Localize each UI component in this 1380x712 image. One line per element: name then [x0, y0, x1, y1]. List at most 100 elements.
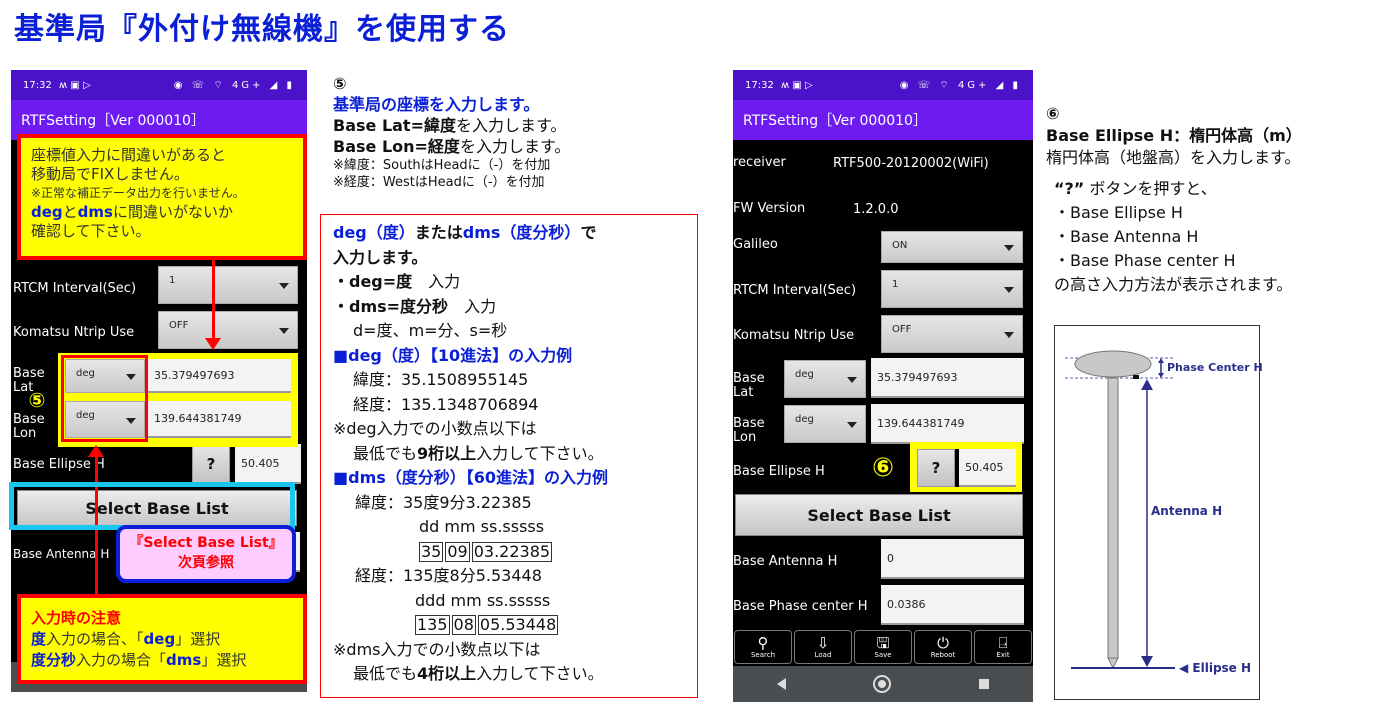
exit-icon: ⍈ — [998, 634, 1008, 652]
load-button[interactable]: ⇩ Load — [794, 630, 852, 664]
ellipse-label: Base Ellipse H — [733, 464, 825, 479]
format-intro-2: 入力します。 — [333, 247, 428, 267]
status-left-icons: ʍ ▣ ▷ — [59, 79, 91, 91]
komatsu-label: Komatsu Ntrip Use — [733, 328, 855, 343]
status-time: 17:32 — [745, 79, 774, 91]
dms-example-lat: 緯度：35度9分3.22385 — [355, 492, 532, 512]
lon-format-spinner[interactable]: deg — [784, 405, 866, 443]
arrow-down-line — [212, 260, 215, 340]
ellipse-label: Base Ellipse H — [13, 457, 105, 472]
lon-format-value: deg — [795, 414, 814, 425]
galileo-value: ON — [892, 240, 908, 251]
antenna-field[interactable]: 0 — [881, 539, 1024, 579]
galileo-spinner[interactable]: ON — [881, 231, 1023, 263]
warning-line-3: ※正常な補正データ出力を行いません。 — [31, 186, 245, 200]
arrow-up-head — [88, 445, 104, 457]
select-list-callout-line1: 『Select Base List』 — [129, 535, 283, 551]
status-time: 17:32 — [23, 79, 52, 91]
fw-version-label: FW Version — [733, 201, 806, 216]
step6-heading: Base Ellipse H：楕円体高（m） — [1046, 126, 1302, 145]
home-icon[interactable] — [873, 675, 892, 693]
step6-number: ⑥ — [1046, 104, 1060, 123]
antenna-head-icon — [1074, 350, 1152, 378]
ellipse-help-button[interactable]: ? — [192, 444, 230, 484]
back-icon[interactable] — [776, 678, 786, 690]
ellipse-field[interactable]: 50.405 — [235, 444, 301, 484]
phase-center-label: Base Phase center H — [733, 599, 868, 614]
search-label: Search — [750, 651, 776, 659]
format-intro-1: deg（度）またはdms（度分秒）で — [333, 223, 597, 242]
deg-example-lon: 経度：135.1348706894 — [353, 394, 539, 414]
komatsu-spinner[interactable]: OFF — [881, 315, 1023, 353]
lon-field[interactable]: 139.644381749 — [871, 404, 1024, 444]
komatsu-label: Komatsu Ntrip Use — [13, 325, 135, 340]
dms-lat-deg: 35 — [419, 541, 444, 562]
dms-lon-parts: 135 08 05.53448 — [333, 613, 685, 638]
komatsu-value: OFF — [169, 320, 189, 331]
ellipse-help-button[interactable]: ? — [917, 449, 955, 487]
bottom-toolbar: ⚲ Search ⇩ Load 🖫 Save ⏻ Reboot ⍈ Exit — [733, 630, 1033, 664]
warning-line-1: 座標値入力に間違いがあると — [31, 146, 227, 164]
base-lon-label: Base Lon — [13, 412, 45, 442]
input-note-line-2: 度分秒入力の場合「dms」選択 — [31, 651, 247, 669]
format-highlight-frame — [61, 355, 148, 442]
step6-item-antenna: ・Base Antenna H — [1054, 227, 1199, 246]
step6-sub: 楕円体高（地盤高）を入力します。 — [1046, 148, 1301, 167]
lat-field[interactable]: 35.379497693 — [148, 359, 291, 393]
arrow-down-head — [205, 338, 221, 350]
galileo-label: Galileo — [733, 237, 778, 252]
lat-format-spinner[interactable]: deg — [784, 360, 866, 398]
step6-marker: ⑥ — [871, 453, 894, 483]
select-base-list-button[interactable]: Select Base List — [735, 494, 1023, 536]
lat-format-value: deg — [795, 369, 814, 380]
rtcm-interval-spinner[interactable]: 1 — [881, 270, 1023, 308]
status-bar: 17:32 ʍ ▣ ▷ ◉ ☏ ⌔ 4G+ ◢ ▮ — [733, 70, 1033, 100]
bullet-deg: ・deg=度 入力 — [333, 272, 461, 291]
antenna-height-diagram: Phase Center H Antenna H ◀ Ellipse H — [1054, 325, 1263, 700]
search-button[interactable]: ⚲ Search — [734, 630, 792, 664]
step6-tail: の高さ入力方法が表示されます。 — [1054, 275, 1293, 294]
exit-label: Exit — [996, 651, 1010, 659]
app-title: RTFSetting［Ver 000010］ — [733, 100, 1033, 140]
bullet-dms: ・dms=度分秒 入力 — [333, 296, 497, 316]
input-note-line-1: 度入力の場合、「deg」選択 — [31, 630, 221, 648]
deg-note-2: 最低でも9桁以上入力して下さい。 — [353, 443, 604, 463]
rtcm-interval-value: 1 — [892, 279, 899, 290]
chevron-down-icon — [279, 328, 289, 334]
step5-number: ⑤ — [333, 74, 347, 93]
search-icon: ⚲ — [757, 634, 769, 652]
step5-lat-line: Base Lat=緯度を入力します。 — [333, 116, 567, 135]
save-label: Save — [874, 651, 892, 659]
save-button[interactable]: 🖫 Save — [854, 630, 912, 664]
dms-note-1: ※dms入力での小数点以下は — [333, 639, 541, 659]
step5-format-box: deg（度）またはdms（度分秒）で 入力します。 ・deg=度 入力 ・dms… — [320, 214, 698, 698]
dms-legend: d=度、m=分、s=秒 — [353, 321, 508, 340]
antenna-connector — [1133, 375, 1139, 379]
right-phone-screen: 17:32 ʍ ▣ ▷ ◉ ☏ ⌔ 4G+ ◢ ▮ RTFSetting［Ver… — [733, 70, 1033, 702]
exit-button[interactable]: ⍈ Exit — [974, 630, 1032, 664]
step6-text: ⑥ Base Ellipse H：楕円体高（m） 楕円体高（地盤高）を入力します… — [1046, 103, 1376, 297]
dms-example-title: ■dms（度分秒）【60進法】の入力例 — [333, 468, 609, 487]
select-list-callout-line2: 次頁参照 — [178, 555, 234, 571]
status-left-icons: ʍ ▣ ▷ — [781, 79, 813, 91]
rtcm-interval-value: 1 — [169, 275, 176, 286]
dms-lat-sec: 03.22385 — [471, 541, 553, 562]
receiver-value: RTF500-20120002(WiFi) — [833, 156, 989, 171]
rtcm-interval-spinner[interactable]: 1 — [158, 266, 298, 304]
pole-icon — [1107, 377, 1119, 659]
power-icon: ⏻ — [937, 634, 949, 652]
step6-item-phase: ・Base Phase center H — [1054, 251, 1236, 270]
warning-callout: 座標値入力に間違いがあると 移動局でFIXしません。 ※正常な補正データ出力を行… — [17, 134, 307, 260]
phase-center-field[interactable]: 0.0386 — [881, 585, 1024, 625]
step5-heading: 基準局の座標を入力します。 — [333, 95, 540, 114]
lat-field[interactable]: 35.379497693 — [871, 358, 1024, 398]
ellipse-field[interactable]: 50.405 — [959, 449, 1016, 487]
chevron-down-icon — [1004, 332, 1014, 338]
dms-example-lon: 経度：135度8分5.53448 — [355, 566, 542, 585]
recent-apps-icon[interactable] — [979, 679, 990, 689]
komatsu-spinner[interactable]: OFF — [158, 311, 298, 349]
phase-center-label: Phase Center H — [1167, 361, 1263, 374]
reboot-button[interactable]: ⏻ Reboot — [914, 630, 972, 664]
lon-field[interactable]: 139.644381749 — [148, 401, 291, 438]
pole-tip-icon — [1107, 657, 1119, 670]
